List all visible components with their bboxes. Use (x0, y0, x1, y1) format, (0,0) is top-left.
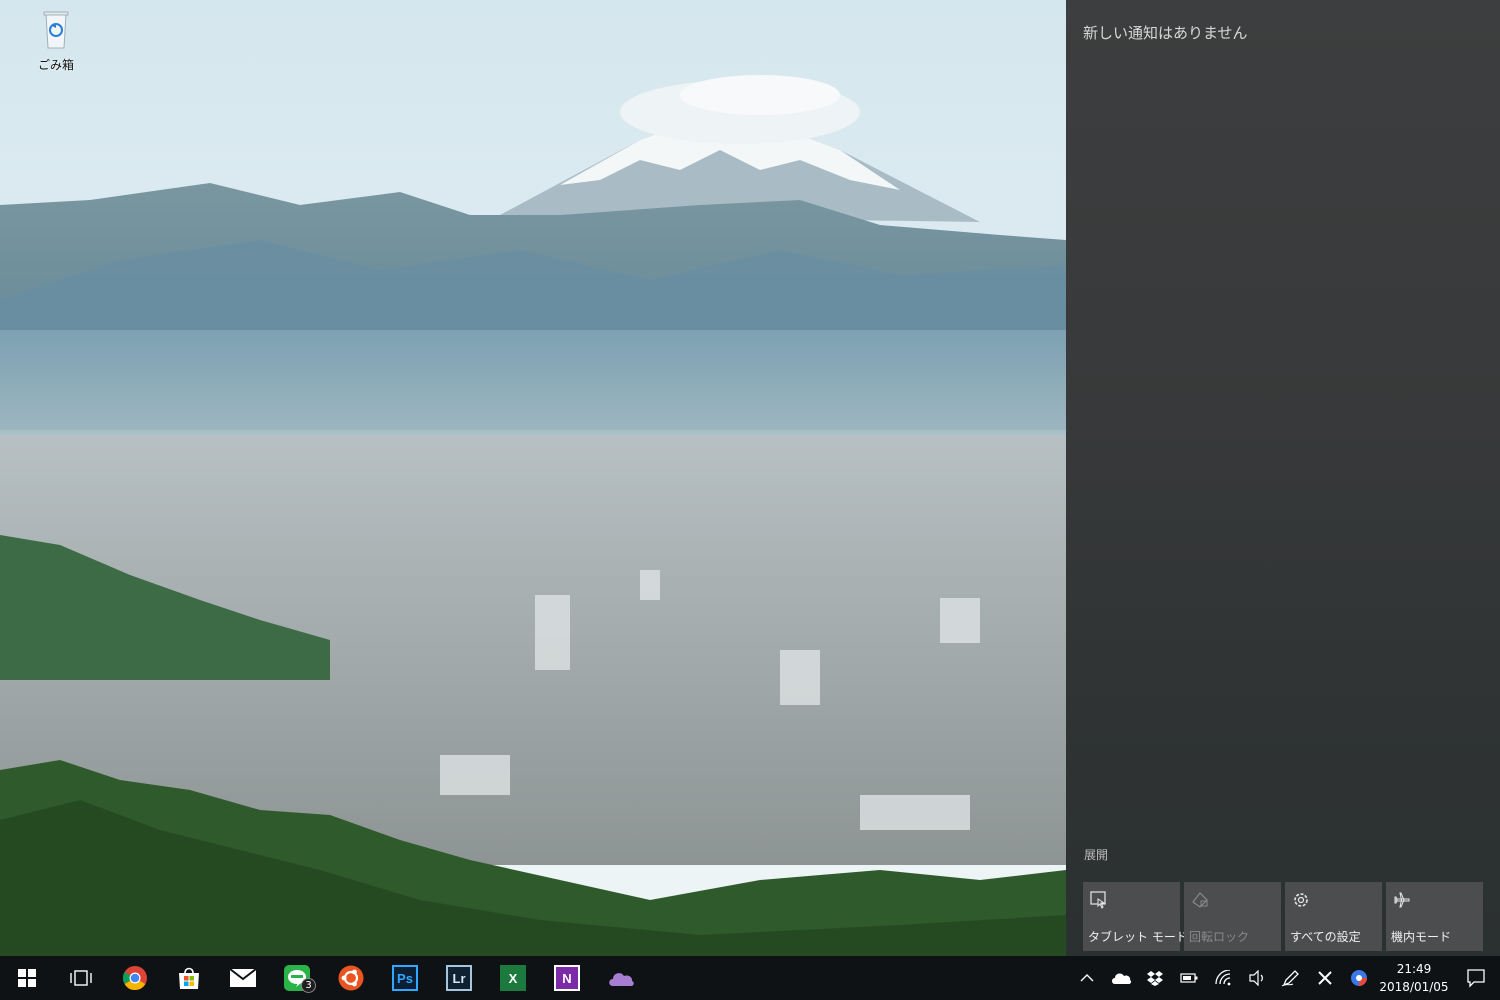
system-tray: 21:49 2018/01/05 (1070, 956, 1500, 1000)
action-center-panel: 新しい通知はありません 展開 タブレット モード 回転ロック すべての設定 機内… (1066, 0, 1500, 956)
rotation-lock-icon (1192, 892, 1208, 908)
taskbar-clock[interactable]: 21:49 2018/01/05 (1376, 960, 1452, 996)
quick-action-tablet-mode[interactable]: タブレット モード (1083, 882, 1188, 951)
onedrive-icon (609, 973, 634, 986)
airplane-mode-label: 機内モード (1391, 930, 1452, 944)
clock-time: 21:49 (1396, 962, 1432, 976)
onenote-icon: N (554, 965, 580, 991)
tray-dropbox[interactable] (1138, 956, 1172, 1000)
all-settings-label: すべての設定 (1290, 930, 1361, 944)
desktop-icon-recycle-bin[interactable]: ごみ箱 (28, 6, 84, 73)
mail-icon (229, 968, 257, 987)
taskbar-app-ubuntu[interactable] (324, 956, 378, 1000)
taskbar-app-line[interactable]: 3 (270, 956, 324, 1000)
taskbar-app-excel[interactable]: X (486, 956, 540, 1000)
tablet-mode-icon (1090, 891, 1106, 909)
volume-icon (1249, 970, 1263, 986)
airplane-icon (1394, 892, 1410, 908)
cloud-icon (1112, 973, 1132, 984)
taskbar-app-onenote[interactable]: N (540, 956, 594, 1000)
quick-action-rotation-lock[interactable]: 回転ロック (1184, 882, 1281, 951)
tray-cloud[interactable] (1104, 956, 1138, 1000)
close-x-icon (1318, 971, 1332, 985)
taskbar-app-mail[interactable] (216, 956, 270, 1000)
chevron-up-icon (1080, 974, 1094, 982)
line-notification-badge: 3 (301, 978, 316, 993)
quick-action-airplane-mode[interactable]: 機内モード (1386, 882, 1483, 951)
expand-link[interactable]: 展開 (1084, 846, 1108, 863)
tray-battery[interactable] (1172, 956, 1206, 1000)
taskbar-app-chrome[interactable] (108, 956, 162, 1000)
photoshop-icon: Ps (392, 965, 418, 991)
tray-wifi[interactable] (1206, 956, 1240, 1000)
tray-app-x[interactable] (1308, 956, 1342, 1000)
taskbar-app-photoshop[interactable]: Ps (378, 956, 432, 1000)
taskbar: 3 Ps Lr X N 21:49 2018/01/05 (0, 956, 1500, 1000)
chrome-icon (122, 966, 147, 991)
task-view-icon (70, 970, 92, 986)
clock-date: 2018/01/05 (1379, 980, 1449, 994)
rotation-lock-label: 回転ロック (1189, 930, 1250, 944)
excel-icon: X (500, 965, 526, 991)
lightroom-icon-text: Lr (452, 970, 466, 986)
gear-icon (1294, 893, 1308, 907)
lightroom-icon: Lr (446, 965, 472, 991)
tray-app-circle[interactable] (1342, 956, 1376, 1000)
dropbox-icon (1147, 971, 1163, 986)
wallpaper-image (0, 0, 1066, 956)
taskbar-app-lightroom[interactable]: Lr (432, 956, 486, 1000)
wifi-icon (1215, 970, 1231, 986)
desktop[interactable]: ごみ箱 (0, 0, 1066, 956)
show-hidden-icons-button[interactable] (1070, 956, 1104, 1000)
quick-action-all-settings[interactable]: すべての設定 (1285, 882, 1382, 951)
action-center-button[interactable] (1452, 956, 1500, 1000)
recycle-bin-label: ごみ箱 (37, 58, 74, 72)
tray-windows-ink[interactable] (1274, 956, 1308, 1000)
recycle-bin-icon (43, 11, 69, 49)
photoshop-icon-text: Ps (397, 970, 413, 986)
tray-volume[interactable] (1240, 956, 1274, 1000)
start-button[interactable] (0, 956, 54, 1000)
onenote-icon-text: N (562, 970, 572, 986)
no-notifications-message: 新しい通知はありません (1083, 24, 1248, 42)
excel-icon-text: X (508, 970, 518, 986)
windows-start-icon (18, 969, 36, 987)
tablet-mode-label: タブレット モード (1088, 930, 1188, 944)
store-icon (179, 967, 199, 989)
color-circle-icon (1351, 970, 1367, 986)
ubuntu-icon (338, 965, 364, 991)
quick-actions-row: タブレット モード 回転ロック すべての設定 機内モード (1083, 882, 1483, 951)
taskbar-app-onedrive[interactable] (594, 956, 648, 1000)
task-view-button[interactable] (54, 956, 108, 1000)
taskbar-pinned-apps: 3 Ps Lr X N (0, 956, 648, 1000)
battery-icon (1180, 973, 1198, 983)
pen-icon (1281, 970, 1299, 987)
taskbar-app-store[interactable] (162, 956, 216, 1000)
notification-icon (1467, 969, 1485, 988)
